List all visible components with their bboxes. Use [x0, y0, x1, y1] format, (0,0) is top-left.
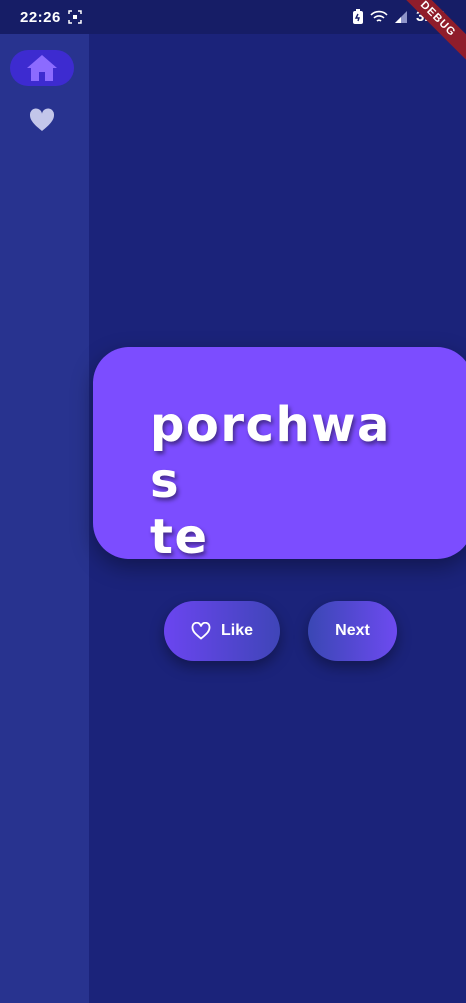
rail-item-home[interactable]: [10, 50, 74, 86]
navigation-rail: [0, 34, 89, 1003]
heart-outline-icon: [191, 622, 211, 640]
status-time: 22:26: [20, 9, 61, 26]
screenshot-icon: [68, 10, 82, 24]
like-button[interactable]: Like: [164, 601, 280, 661]
next-label: Next: [335, 622, 370, 639]
word-line-2: te: [150, 509, 209, 565]
wifi-icon: [370, 10, 388, 22]
signal-icon: [394, 10, 407, 23]
like-label: Like: [220, 622, 253, 639]
word-pair-text: porchwas te: [150, 397, 410, 565]
battery-saver-icon: [352, 8, 363, 24]
heart-filled-icon: [29, 108, 55, 131]
home-icon: [27, 55, 57, 81]
next-button[interactable]: Next: [308, 601, 397, 661]
rail-item-favorites[interactable]: [22, 102, 62, 138]
word-card: porchwas te: [93, 347, 466, 565]
word-line-1: porchwas: [150, 397, 391, 509]
status-bar: 22:26 31% DEBUG: [0, 0, 466, 68]
